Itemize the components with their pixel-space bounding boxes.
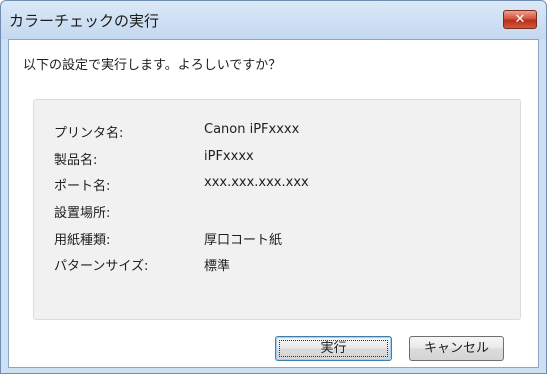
field-label: 用紙種類: [54,233,111,248]
dialog-window: カラーチェックの実行 ✕ 以下の設定で実行します。よろしいですか？ プリンタ名:… [0,0,547,374]
field-label: パターンサイズ: [54,259,149,274]
field-label: 製品名: [54,153,98,168]
confirmation-prompt: 以下の設定で実行します。よろしいですか？ [23,58,282,73]
field-label: ポート名: [54,179,111,194]
field-label: 設置場所: [54,206,111,221]
settings-panel: プリンタ名: Canon iPFxxxx 製品名: iPFxxxx ポート名: … [33,99,521,320]
execute-button[interactable]: 実行 [275,336,392,361]
dialog-body: 以下の設定で実行します。よろしいですか？ プリンタ名: Canon iPFxxx… [8,39,539,368]
field-value: 厚口コート紙 [204,233,283,248]
field-value: iPFxxxx [204,149,254,164]
field-value: 標準 [204,259,231,274]
window-title: カラーチェックの実行 [9,12,160,30]
field-value: Canon iPFxxxx [204,122,300,137]
field-label: プリンタ名: [54,126,124,141]
focus-rectangle [279,340,388,357]
title-bar: カラーチェックの実行 ✕ [1,1,546,39]
close-button[interactable]: ✕ [503,10,537,29]
cancel-button[interactable]: キャンセル [409,336,504,361]
field-value: xxx.xxx.xxx.xxx [204,175,309,190]
